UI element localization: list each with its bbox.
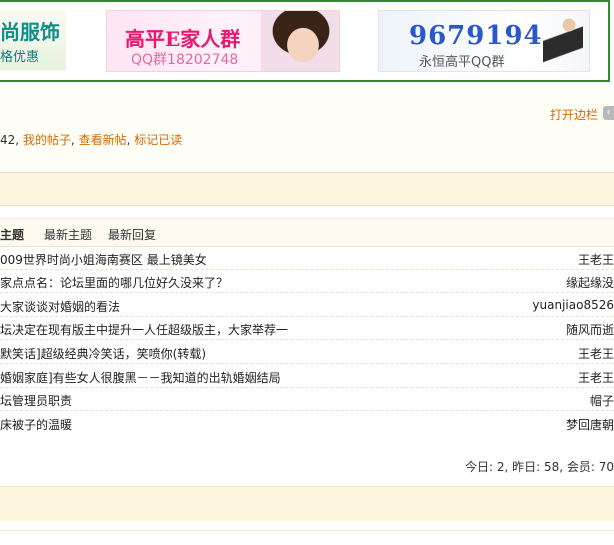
user-links-prefix: 42, <box>0 133 23 147</box>
table-row[interactable]: 009世界时尚小姐海南赛区 最上镜美女 王老王 <box>0 246 614 270</box>
mark-read-link[interactable]: 标记已读 <box>134 133 182 147</box>
ad-qq-number-caption: 永恒高平QQ群 <box>419 55 505 70</box>
thread-title[interactable]: 默笑话]超级经典冷笑话，笑喷你(转载) <box>0 345 206 362</box>
table-row[interactable]: 床被子的温暖 梦回唐朝 <box>0 411 614 434</box>
ad-qq-number: 9679194 <box>409 21 543 51</box>
thread-title[interactable]: 坛决定在现有版主中提升一人任超级版主，大家举荐一 <box>0 321 288 338</box>
thread-title[interactable]: 家点点名：论坛里面的哪几位好久没来了？ <box>0 274 228 291</box>
thread-author[interactable]: 梦回唐朝 <box>566 416 614 433</box>
ad-clothing-title: 尚服饰 <box>0 20 60 44</box>
ad-figure-image <box>543 15 583 67</box>
table-row[interactable]: 大家谈谈对婚姻的看法 yuanjiao8526 <box>0 293 614 317</box>
ad-qq-group-number: QQ群18202748 <box>131 52 239 68</box>
section-divider <box>0 172 614 206</box>
thread-title[interactable]: 009世界时尚小姐海南赛区 最上镜美女 <box>0 251 207 268</box>
table-row[interactable]: 坛管理员职责 帽子 <box>0 387 614 411</box>
table-row[interactable]: 坛决定在现有版主中提升一人任超级版主，大家举荐一 随风而逝 <box>0 316 614 340</box>
thread-author[interactable]: 随风而逝 <box>566 321 614 338</box>
tab-latest-replies[interactable]: 最新回复 <box>108 226 156 243</box>
open-sidebar-link[interactable]: 打开边栏 <box>550 106 598 123</box>
tab-topics[interactable]: 主题 <box>0 226 24 243</box>
arrow-left-icon[interactable]: ‹ <box>603 106 614 120</box>
thread-author[interactable]: yuanjiao8526 <box>532 298 614 312</box>
thread-title[interactable]: 坛管理员职责 <box>0 392 72 409</box>
thread-author[interactable]: 王老王 <box>578 345 614 362</box>
view-new-posts-link[interactable]: 查看新帖 <box>79 133 127 147</box>
thread-author[interactable]: 缘起缘没 <box>566 274 614 291</box>
forum-stats: 今日: 2, 昨日: 58, 会员: 70 <box>464 460 614 474</box>
section-divider <box>0 486 614 521</box>
thread-title[interactable]: 大家谈谈对婚姻的看法 <box>0 298 120 315</box>
thread-author[interactable]: 王老王 <box>578 251 614 268</box>
table-row[interactable]: 婚姻家庭]有些女人很腹黑－－我知道的出轨婚姻结局 王老王 <box>0 364 614 388</box>
divider-line <box>0 530 614 531</box>
ad-portrait-image <box>261 11 339 71</box>
ad-qq-group-title: 高平E家人群 <box>125 27 241 51</box>
table-row[interactable]: 家点点名：论坛里面的哪几位好久没来了？ 缘起缘没 <box>0 269 614 293</box>
my-posts-link[interactable]: 我的帖子 <box>23 133 71 147</box>
thread-tabs: 主题 最新主题 最新回复 <box>0 218 614 247</box>
banner-ad-clothing[interactable]: 尚服饰 格优惠 <box>0 10 66 70</box>
banner-ad-qq-group[interactable]: 高平E家人群 QQ群18202748 <box>106 10 340 72</box>
tab-latest-topics[interactable]: 最新主题 <box>44 226 92 243</box>
user-links: 42, 我的帖子, 查看新帖, 标记已读 <box>0 131 182 148</box>
table-row[interactable]: 默笑话]超级经典冷笑话，笑喷你(转载) 王老王 <box>0 340 614 364</box>
thread-author[interactable]: 帽子 <box>590 392 614 409</box>
thread-title[interactable]: 婚姻家庭]有些女人很腹黑－－我知道的出轨婚姻结局 <box>0 369 281 386</box>
thread-title[interactable]: 床被子的温暖 <box>0 416 72 433</box>
thread-author[interactable]: 王老王 <box>578 369 614 386</box>
banner-area: 尚服饰 格优惠 高平E家人群 QQ群18202748 9679194 永恒高平Q… <box>0 0 614 87</box>
user-links-separator: , <box>70 133 79 147</box>
ad-clothing-subtitle: 格优惠 <box>0 50 40 65</box>
banner-ad-qq-number[interactable]: 9679194 永恒高平QQ群 <box>378 10 590 72</box>
